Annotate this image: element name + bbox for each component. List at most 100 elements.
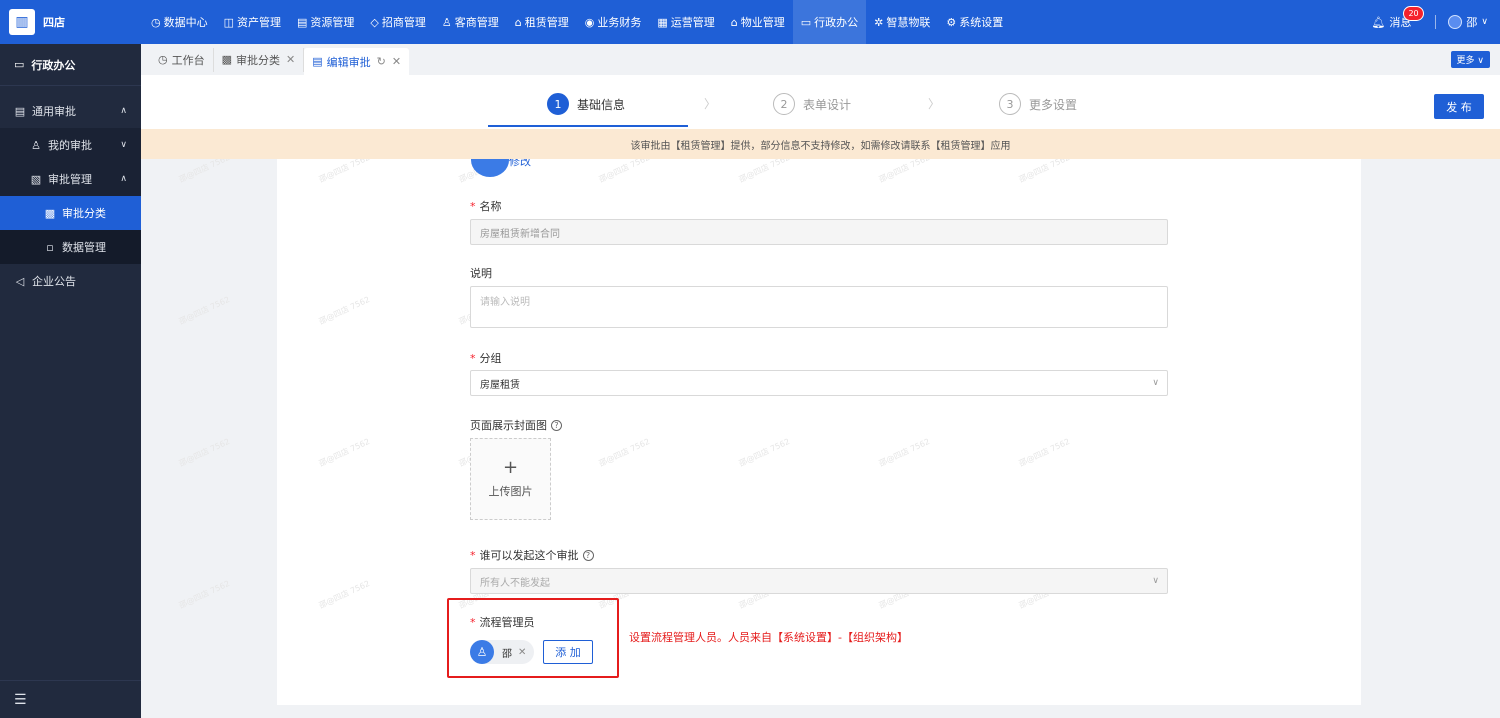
nav-investment[interactable]: ◇ 招商管理 [362,0,433,44]
grid-icon: ▦ [657,15,668,29]
tab-label: 编辑审批 [326,55,371,69]
document-icon: ▤ [312,55,323,68]
top-bar: ▥ 四店 ◷ 数据中心 ◫ 资产管理 ▤ 资源管理 ◇ 招商管理 ♙ 客商管理 ⌂ 租赁管理… [0,0,1500,44]
sidebar-item-general-approval[interactable]: ▤ 通用审批 ∧ [0,94,141,128]
steps-bar: 1 基础信息 〉 2 表单设计 〉 3 更多设置 发 布 [141,75,1500,129]
chevron-up-icon: ∧ [120,106,127,116]
nav-property[interactable]: ⌂ 物业管理 [723,0,793,44]
user-name: 邵 [1466,16,1478,29]
nav-iot[interactable]: ✲ 智慧物联 [866,0,938,44]
sidebar-item-approval-category[interactable]: ▩ 审批分类 [0,196,141,230]
tag-icon: ◇ [370,15,379,29]
nav-settings[interactable]: ⚙ 系统设置 [938,0,1011,44]
home-icon: ⌂ [730,15,738,29]
admin-user-chip: ♙ 邵 ✕ [470,640,535,664]
collapse-sidebar-button[interactable]: ☰ [0,680,141,718]
sidebar-title: ▭ 行政办公 [0,44,141,86]
add-admin-button[interactable]: 添 加 [543,640,593,664]
watermark: 邵@四店 7562 [317,294,372,327]
dashboard-icon: ◷ [158,53,168,66]
building-icon: ▤ [297,15,308,29]
data-icon: ▫ [46,240,54,254]
nav-leasing[interactable]: ⌂ 租赁管理 [507,0,577,44]
chevron-up-icon: ∧ [120,174,127,184]
label-text: 页面展示封面图 [470,419,547,432]
watermark: 邵@四店 7562 [737,436,792,469]
initiator-select[interactable]: 所有人不能发起 ∨ [470,568,1168,594]
upload-image-button[interactable]: + 上传图片 [470,438,551,520]
document-icon: ▤ [14,104,26,118]
users-icon: ♙ [441,15,452,29]
description-field[interactable]: 请输入说明 [470,286,1168,328]
chevron-down-icon: ∨ [120,140,127,150]
sidebar-title-label: 行政办公 [31,58,76,72]
publish-button[interactable]: 发 布 [1434,94,1484,119]
annotation-text: 设置流程管理人员。人员来自【系统设置】-【组织架构】 [629,631,908,644]
watermark: 邵@四店 7562 [317,436,372,469]
nav-resources[interactable]: ▤ 资源管理 [289,0,362,44]
label-text: 谁可以发起这个审批 [479,549,579,562]
watermark: 邵@四店 7562 [597,159,652,185]
required-mark: * [470,199,476,213]
nav-label: 智慧物联 [886,16,931,29]
messages-badge: 20 [1403,6,1424,21]
step-more-settings[interactable]: 3 更多设置 [999,93,1077,115]
nav-clients[interactable]: ♙ 客商管理 [434,0,507,44]
header-right: 🔔︎ 消息 20 邵 ∨ [1371,0,1500,44]
remove-icon[interactable]: ✕ [518,647,526,658]
sidebar-item-announcements[interactable]: ◁ 企业公告 [0,264,141,298]
sidebar-item-data-management[interactable]: ▫ 数据管理 [0,230,141,264]
change-icon-link[interactable]: 修改 [509,159,531,169]
watermark: 邵@四店 7562 [317,159,372,185]
watermark: 邵@四店 7562 [177,294,232,327]
sidebar-item-my-approval[interactable]: ♙ 我的审批 ∨ [0,128,141,162]
more-tabs-button[interactable]: 更多 ∨ [1450,51,1490,68]
nav-label: 租赁管理 [524,16,569,29]
close-icon[interactable]: ✕ [286,53,295,66]
nav-finance[interactable]: ◉ 业务财务 [577,0,650,44]
avatar [1448,15,1463,29]
initiator-value: 所有人不能发起 [480,577,550,589]
top-nav: ◷ 数据中心 ◫ 资产管理 ▤ 资源管理 ◇ 招商管理 ♙ 客商管理 ⌂ 租赁管理 ◉ 业务财… [143,0,1011,44]
nav-operations[interactable]: ▦ 运营管理 [649,0,722,44]
step-number: 3 [999,93,1021,115]
nav-data-center[interactable]: ◷ 数据中心 [143,0,216,44]
chevron-down-icon: ∨ [1481,17,1488,27]
nav-label: 系统设置 [959,16,1004,29]
nav-admin-office[interactable]: ▭ 行政办公 [792,0,867,44]
sidebar-item-approval-management[interactable]: ▧ 审批管理 ∧ [0,162,141,196]
gear-icon: ⚙ [946,15,957,29]
nav-label: 物业管理 [740,16,785,29]
divider [1435,15,1437,29]
user-menu[interactable]: 邵 ∨ [1448,14,1488,30]
active-step-indicator [488,125,688,127]
step-form-design[interactable]: 2 表单设计 [773,93,851,115]
tab-approval-category[interactable]: ▩ 审批分类 ✕ [214,47,305,72]
coin-icon: ◉ [584,15,595,29]
help-icon[interactable]: ? [551,419,562,431]
group-select[interactable]: 房屋租赁 ∨ [470,370,1168,396]
watermark: 邵@四店 7562 [177,578,232,611]
close-icon[interactable]: ✕ [392,55,401,68]
user-icon: ♙ [31,138,41,152]
nav-label: 资源管理 [310,16,355,29]
step-number: 1 [547,93,569,115]
messages-button[interactable]: 🔔︎ 消息 20 [1371,6,1424,30]
step-basic-info[interactable]: 1 基础信息 [547,93,625,115]
nav-label: 运营管理 [670,16,715,29]
name-label: * 名称 [470,198,502,214]
refresh-icon[interactable]: ↻ [377,55,386,68]
nav-label: 行政办公 [814,16,859,29]
grid-icon: ▩ [221,53,233,66]
label-text: 分组 [479,352,502,365]
tab-workbench[interactable]: ◷ 工作台 [150,47,214,72]
brand[interactable]: ▥ 四店 [0,0,141,44]
tab-edit-approval[interactable]: ▤ 编辑审批 ↻ ✕ [304,47,410,76]
nav-assets[interactable]: ◫ 资产管理 [216,0,289,44]
building-icon: ▥ [9,9,35,35]
name-field[interactable]: 房屋租赁新增合同 [470,219,1168,245]
help-icon[interactable]: ? [582,549,594,561]
notice-banner: 该审批由【租赁管理】提供，部分信息不支持修改，如需修改请联系【租赁管理】应用 [141,129,1500,159]
step-label: 更多设置 [1029,97,1078,112]
chevron-down-icon: ∨ [1152,576,1159,586]
